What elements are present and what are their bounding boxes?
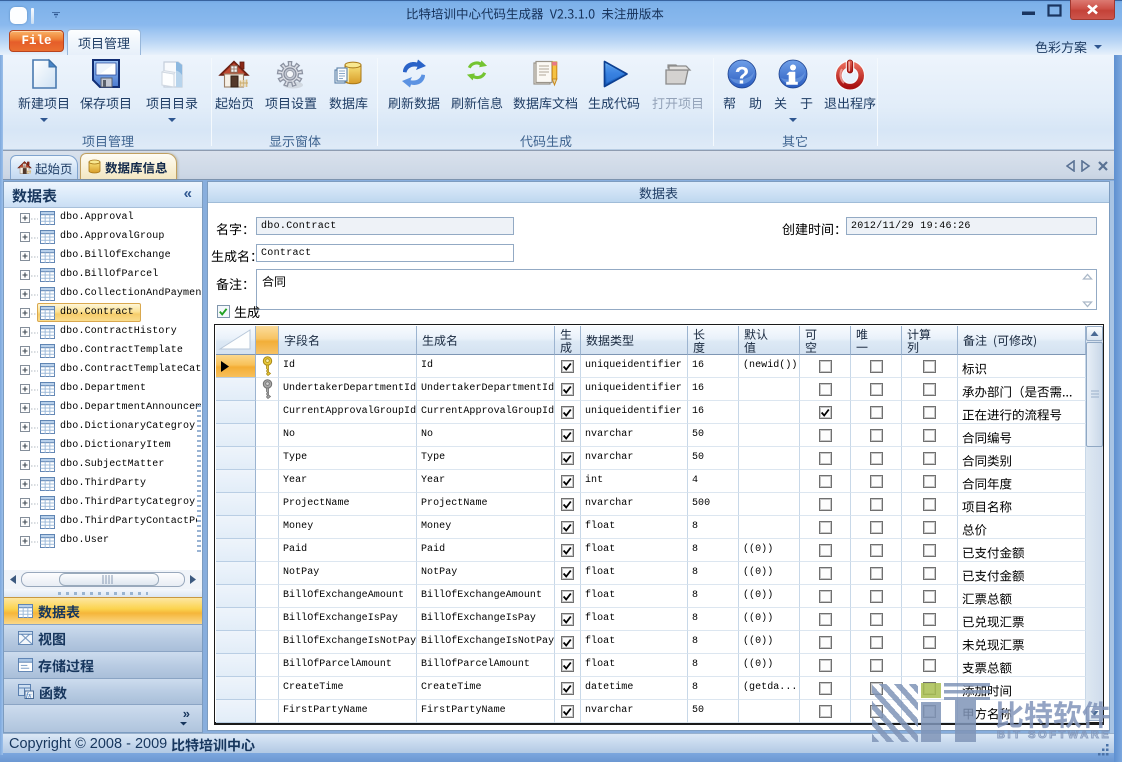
svg-text:fx: fx — [26, 691, 32, 700]
svg-text:?: ? — [735, 63, 750, 90]
